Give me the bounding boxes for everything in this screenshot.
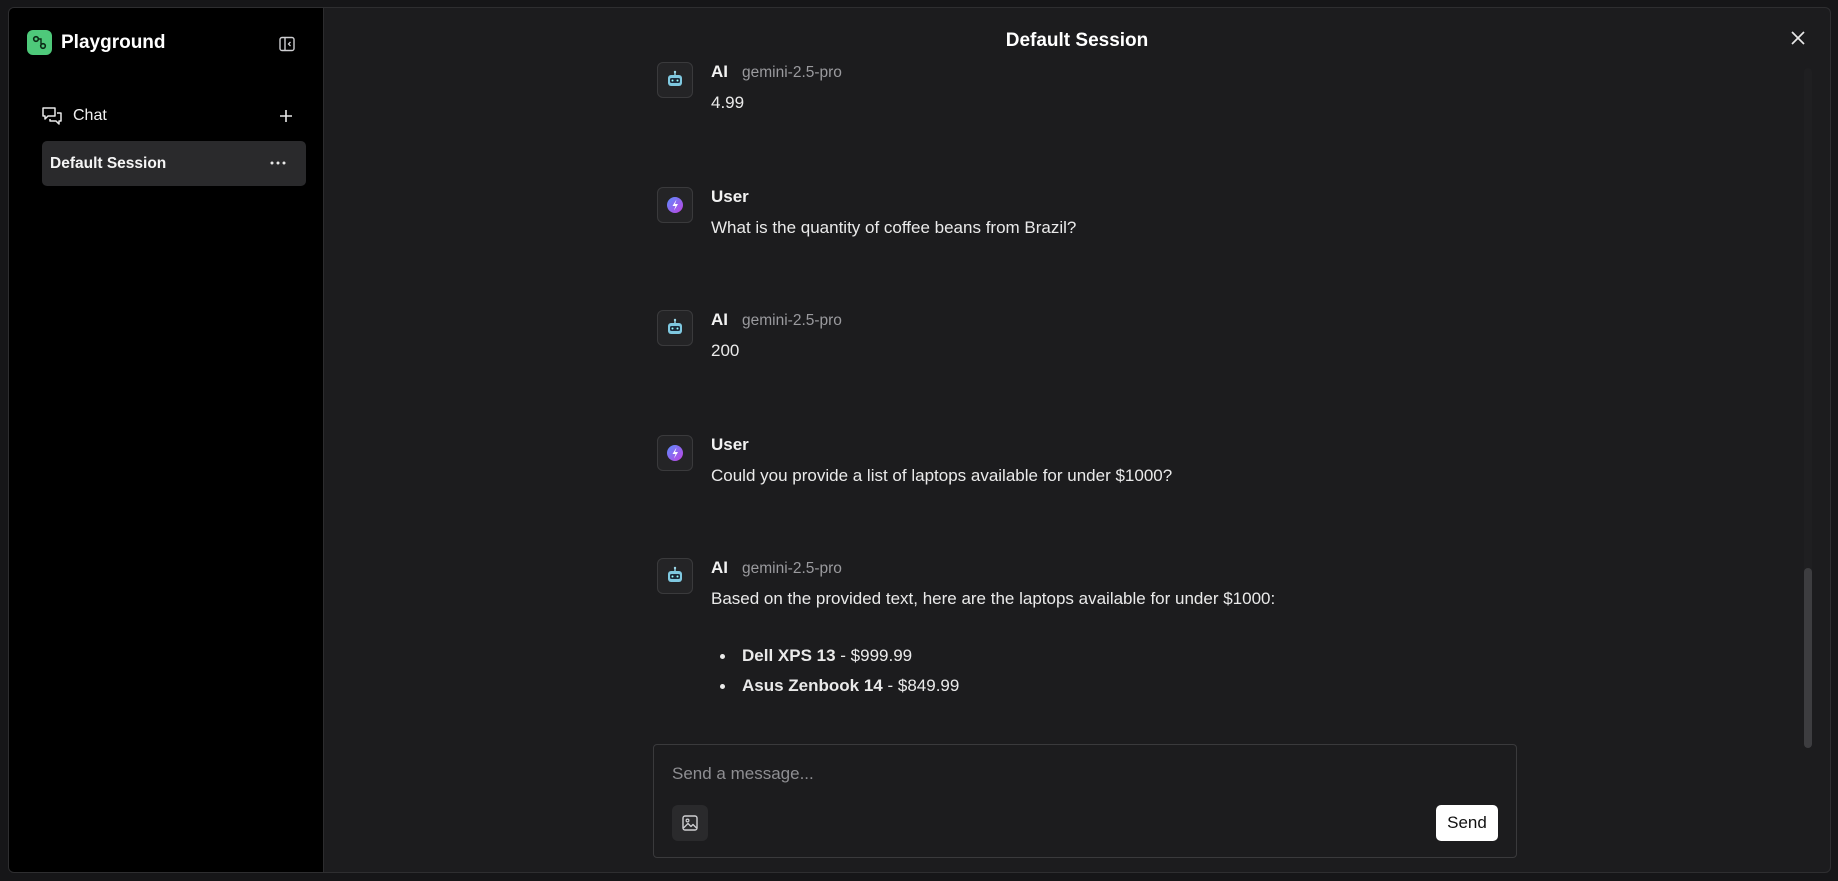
message-text: 200 — [711, 341, 740, 360]
session-item-default[interactable]: Default Session — [42, 141, 306, 186]
laptop-name: Asus Zenbook 14 — [742, 676, 883, 695]
user-avatar-icon — [657, 435, 693, 471]
scrollbar-thumb[interactable] — [1804, 568, 1812, 748]
sidebar-collapse-icon — [279, 36, 295, 52]
model-name: gemini-2.5-pro — [742, 560, 842, 577]
laptop-price: - $849.99 — [882, 676, 960, 695]
playground-modal: Playground Chat Default Session Default … — [8, 7, 1831, 873]
ai-avatar-icon — [657, 558, 693, 594]
list-item: Dell XPS 13 - $999.99 — [711, 641, 959, 671]
chat-main: Default Session AI gemini-2.5-pro 4.99 U… — [324, 8, 1830, 872]
message-list[interactable]: AI gemini-2.5-pro 4.99 User What is the … — [324, 8, 1830, 738]
brand: Playground — [27, 30, 166, 55]
laptop-name: Dell XPS 13 — [742, 646, 836, 665]
message-text: 4.99 — [711, 93, 745, 112]
model-name: gemini-2.5-pro — [742, 312, 842, 329]
playground-logo-icon — [27, 30, 52, 55]
ai-avatar-icon — [657, 310, 693, 346]
message-input[interactable] — [672, 761, 1492, 787]
list-item: Asus Zenbook 14 - $849.99 — [711, 671, 959, 701]
chat-section-label: Chat — [73, 107, 107, 124]
laptop-list: Dell XPS 13 - $999.99 Asus Zenbook 14 - … — [711, 641, 959, 701]
collapse-sidebar-button[interactable] — [276, 33, 298, 55]
message-ai: AI gemini-2.5-pro Based on the provided … — [657, 558, 1557, 718]
message-header: AI gemini-2.5-pro — [711, 310, 842, 330]
send-button[interactable]: Send — [1436, 805, 1498, 841]
ai-avatar-icon — [657, 62, 693, 98]
message-sender: User — [711, 187, 749, 206]
attach-image-button[interactable] — [672, 805, 708, 841]
message-header: AI gemini-2.5-pro — [711, 62, 842, 82]
session-item-label: Default Session — [50, 154, 167, 172]
laptop-price: - $999.99 — [835, 646, 913, 665]
message-text: What is the quantity of coffee beans fro… — [711, 218, 1077, 237]
message-sender: User — [711, 435, 749, 454]
model-name: gemini-2.5-pro — [742, 64, 842, 81]
user-avatar-icon — [657, 187, 693, 223]
message-header: User — [711, 435, 749, 455]
chat-section: Chat — [41, 103, 306, 129]
sidebar: Playground Chat Default Session — [9, 8, 324, 872]
new-chat-button[interactable] — [276, 106, 296, 126]
message-sender: AI — [711, 62, 728, 81]
plus-icon — [280, 110, 292, 122]
scrollbar[interactable] — [1804, 68, 1812, 748]
image-icon — [682, 815, 698, 831]
message-sender: AI — [711, 558, 728, 577]
message-composer: Send — [653, 744, 1517, 858]
chat-bubbles-icon — [42, 107, 62, 125]
message-header: AI gemini-2.5-pro — [711, 558, 842, 578]
brand-name: Playground — [61, 31, 166, 53]
message-text: Based on the provided text, here are the… — [711, 589, 1276, 608]
session-options-button[interactable] — [268, 153, 288, 173]
message-sender: AI — [711, 310, 728, 329]
more-horizontal-icon — [270, 161, 286, 165]
message-text: Could you provide a list of laptops avai… — [711, 466, 1173, 485]
message-header: User — [711, 187, 749, 207]
